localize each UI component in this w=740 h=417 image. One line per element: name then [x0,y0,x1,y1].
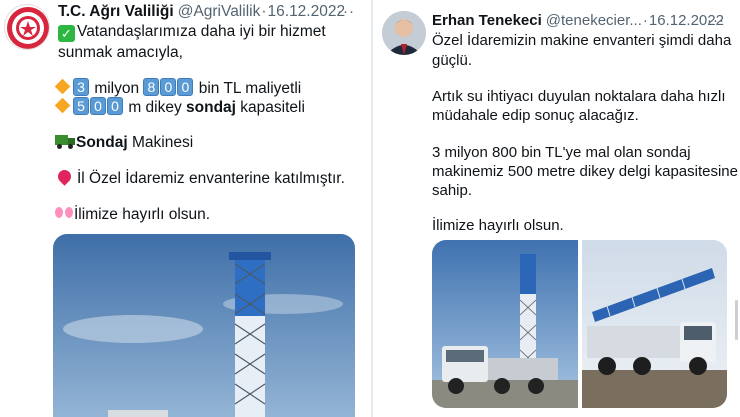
tweet-erhan-tenekeci[interactable]: Erhan Tenekeci @tenekecier... · 16.12.20… [372,0,740,417]
keycap: 0 [90,97,106,115]
keycap: 0 [160,78,177,96]
profile-photo-icon [382,11,426,55]
display-name[interactable]: Erhan Tenekeci [432,12,542,29]
avatar[interactable] [4,4,50,50]
orange-diamond-icon [54,78,71,95]
tweet-agri-valiligi[interactable]: T.C. Ağrı Valiliği @AgriValilik · 16.12.… [0,0,372,417]
ribbon-icon [55,207,73,219]
drilling-rig-photo [53,234,355,417]
tweet-text-line: müdahale edip sonuç alacağız. [432,107,639,124]
keycap: 0 [177,78,194,96]
tweet-text-line: sunmak amacıyla, [58,44,183,61]
check-mark-icon: ✓ [58,25,75,42]
avatar[interactable] [382,11,426,55]
truck-icon [55,135,75,149]
tweet-text-line: 3 milyon 800 bin TL'ye mal olan sondaj [432,144,691,161]
tweet-text-line: Sondaj Makinesi [55,133,193,153]
tweet-text-line: İl Özel İdaremiz envanterine katılmıştır… [55,167,345,189]
display-name[interactable]: T.C. Ağrı Valiliği [58,3,174,21]
tweet-text-line: güçlü. [432,52,473,69]
tweet-image[interactable] [53,234,355,417]
user-handle[interactable]: @tenekecier... [546,12,642,29]
tweet-text-line: makinemiz 500 metre dikey delgi kapasite… [432,163,738,180]
drilling-truck-front-photo [432,240,578,408]
scrollbar[interactable] [735,300,738,340]
keycap: 3 [73,78,89,96]
drilling-truck-side-photo [582,240,727,408]
tweet-text-line: sahip. [432,182,473,199]
keycap: 0 [107,97,123,115]
user-handle[interactable]: @AgriValilik [178,3,261,21]
tweet-text-line: Artık su ihtiyacı duyulan noktalara daha… [432,88,726,105]
pushpin-icon [55,167,74,186]
tweet-text-line: İlimize hayırlı olsun. [432,217,564,234]
keycap: 5 [73,97,89,115]
more-options-icon[interactable]: ··· [707,12,725,29]
keycap: 8 [143,78,160,96]
tweet-text-line: 500 m dikey sondaj kapasiteli [53,97,305,118]
tweet-header: T.C. Ağrı Valiliği @AgriValilik · 16.12.… [58,3,345,21]
drilling-truck-photos [432,240,727,408]
tweet-text-line: ✓ Vatandaşlarımıza daha iyi bir hizmet [58,22,326,42]
more-options-icon[interactable]: ··· [337,3,355,20]
separator: · [642,12,648,29]
tweet-text-line: İlimize hayırlı olsun. [55,205,210,225]
tweet-text-line: Özel İdaremizin makine envanteri şimdi d… [432,32,732,49]
separator: · [261,3,267,20]
tweet-text-line: 3 milyon 800 bin TL maliyetli [53,78,301,99]
government-seal-icon [7,7,49,49]
tweet-header: Erhan Tenekeci @tenekecier... · 16.12.20… [432,12,724,29]
tweet-date[interactable]: 16.12.2022 [268,3,346,21]
orange-diamond-icon [54,97,71,114]
tweet-image-grid[interactable] [432,240,727,408]
